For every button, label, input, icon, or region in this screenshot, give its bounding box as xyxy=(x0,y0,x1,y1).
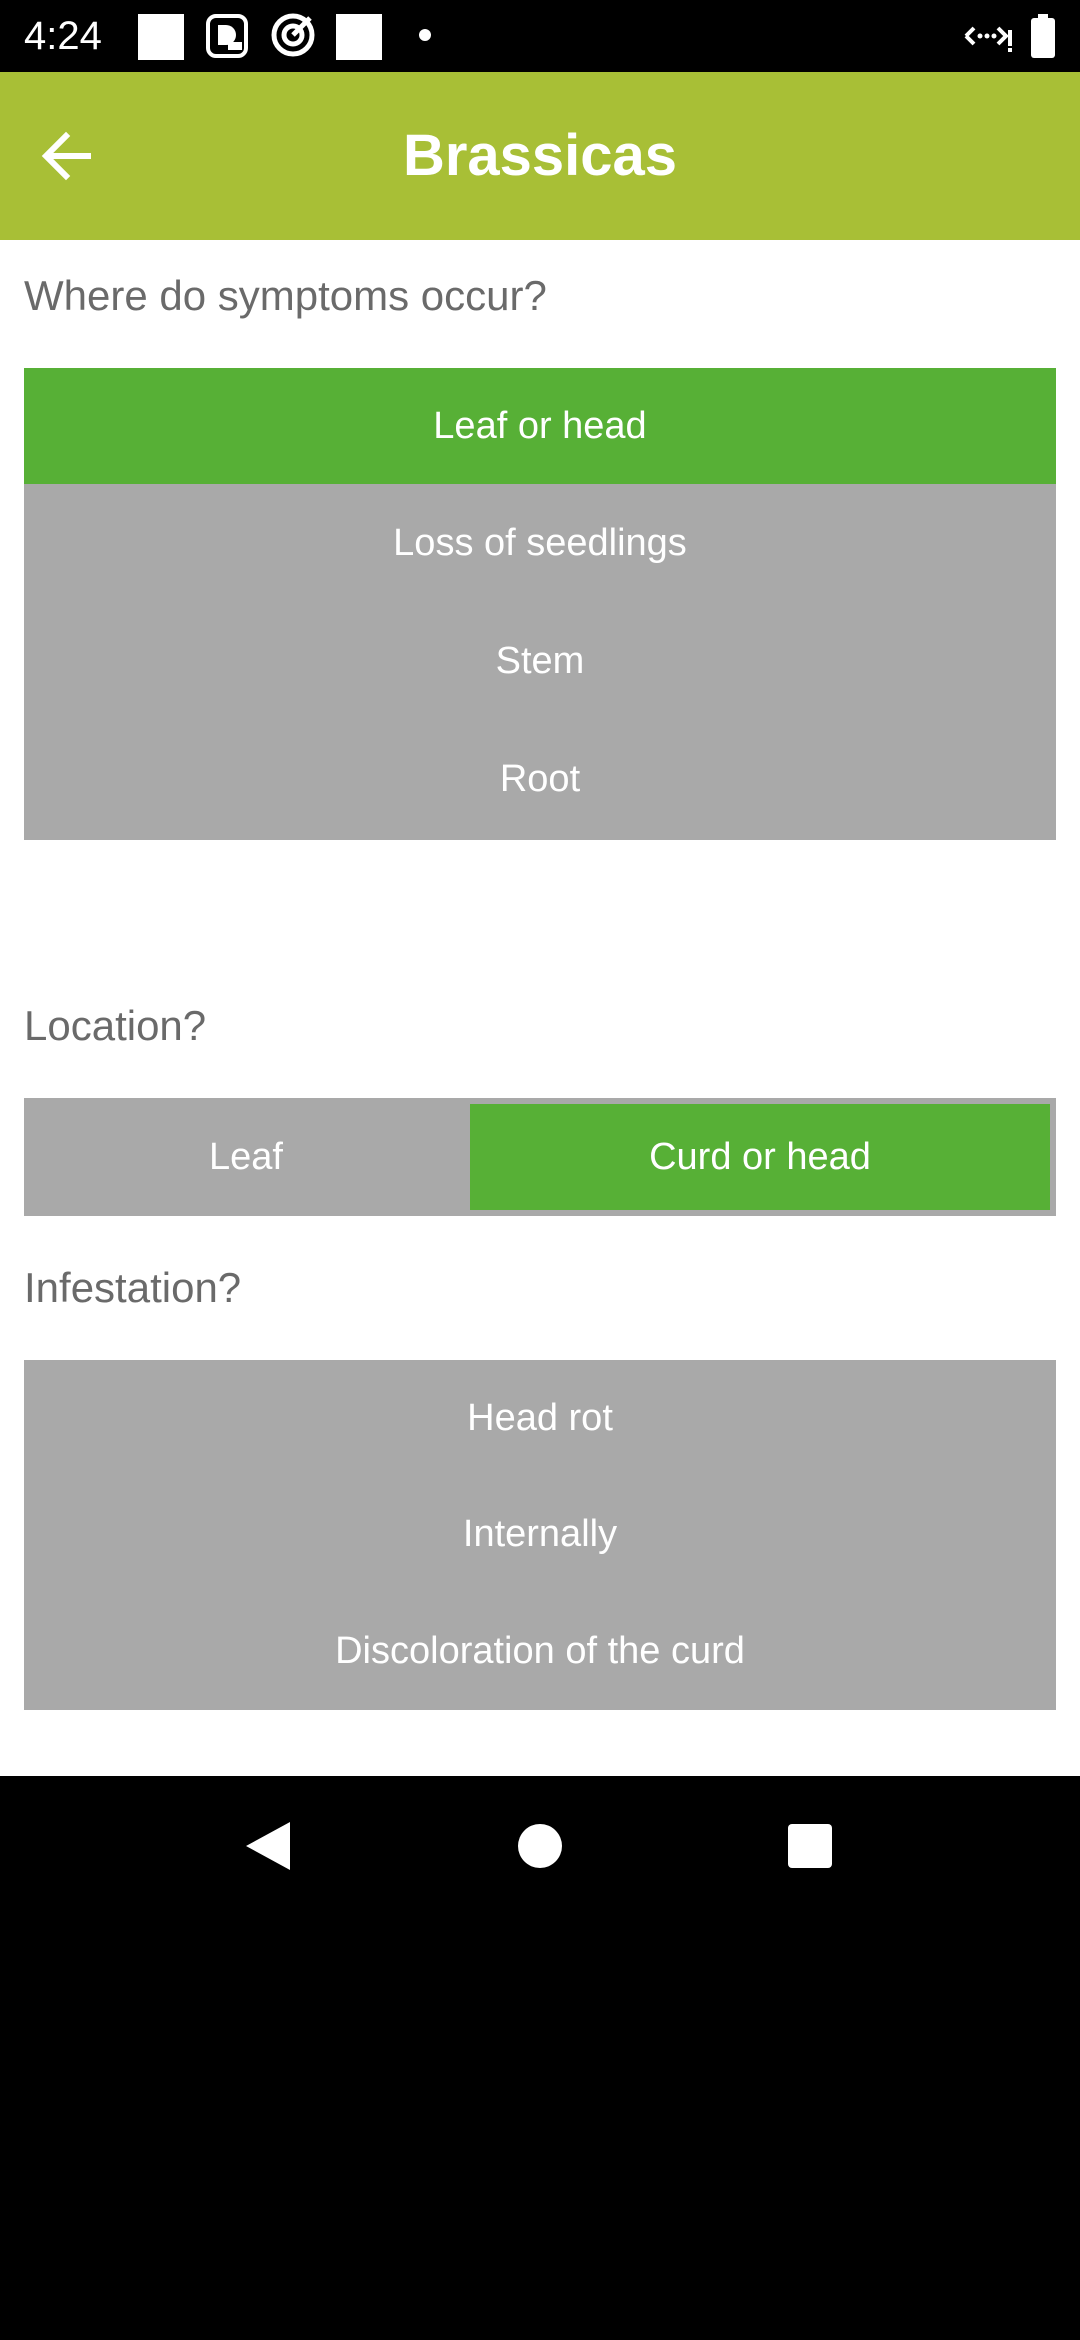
option-stem[interactable]: Stem xyxy=(24,602,1056,720)
nav-back-button[interactable] xyxy=(232,1812,304,1884)
nav-home-button[interactable] xyxy=(504,1812,576,1884)
app-bar: Brassicas xyxy=(0,72,1080,240)
option-head-rot[interactable]: Head rot xyxy=(24,1360,1056,1476)
page-title: Brassicas xyxy=(402,123,678,188)
notification-square-icon xyxy=(336,14,382,65)
infestation-options: Head rot Internally Discoloration of the… xyxy=(24,1360,1056,1710)
infestation-question: Infestation? xyxy=(24,1264,242,1311)
app-d-icon xyxy=(206,14,248,63)
wifi-data-icon xyxy=(962,20,1014,59)
recents-square-icon xyxy=(786,1822,834,1875)
option-leaf-or-head[interactable]: Leaf or head xyxy=(24,368,1056,484)
status-time: 4:24 xyxy=(24,14,102,58)
option-leaf[interactable]: Leaf xyxy=(24,1104,468,1210)
dot-icon xyxy=(418,28,432,47)
symptoms-question: Where do symptoms occur? xyxy=(24,272,547,319)
back-button[interactable] xyxy=(24,116,108,200)
location-question: Location? xyxy=(24,1002,207,1049)
back-triangle-icon xyxy=(242,1818,294,1879)
symptoms-options: Leaf or head Loss of seedlings Stem Root… xyxy=(24,368,1056,918)
option-loss-of-seedlings[interactable]: Loss of seedlings xyxy=(24,484,1056,602)
content: Where do symptoms occur? Leaf or head Lo… xyxy=(0,240,1080,1776)
arrow-left-icon xyxy=(38,128,94,189)
location-options: Leaf Curd or head xyxy=(24,1098,1056,1216)
option-internally[interactable]: Internally xyxy=(24,1476,1056,1592)
home-circle-icon xyxy=(514,1820,566,1877)
option-discoloration-of-the-curd[interactable]: Discoloration of the curd xyxy=(24,1592,1056,1710)
option-curd-or-head[interactable]: Curd or head xyxy=(470,1104,1050,1210)
option-storage[interactable]: Storage xyxy=(24,838,1056,956)
option-root[interactable]: Root xyxy=(24,720,1056,838)
notification-square-icon xyxy=(138,14,184,65)
nav-bar xyxy=(0,1776,1080,1920)
battery-icon xyxy=(1030,14,1056,63)
nav-recents-button[interactable] xyxy=(774,1812,846,1884)
status-bar: 4:24 xyxy=(0,0,1080,72)
target-icon xyxy=(270,12,316,63)
